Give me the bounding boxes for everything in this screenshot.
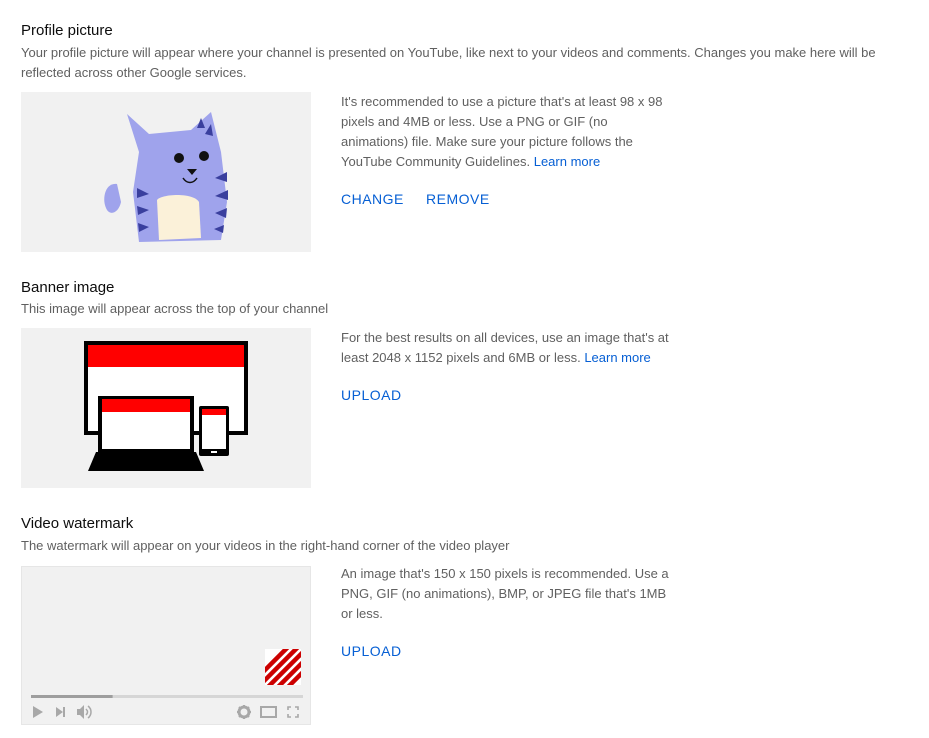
fullscreen-icon	[287, 706, 299, 718]
banner-image-title: Banner image	[21, 279, 115, 296]
profile-learn-more-link[interactable]: Learn more	[534, 154, 600, 169]
play-icon	[33, 706, 43, 718]
volume-icon	[77, 705, 92, 719]
profile-picture-preview	[21, 92, 311, 252]
player-progress-fill	[31, 695, 113, 698]
settings-icon	[237, 705, 251, 719]
banner-learn-more-link[interactable]: Learn more	[584, 350, 650, 365]
theater-icon	[260, 706, 277, 718]
video-watermark-description: The watermark will appear on your videos…	[21, 538, 510, 553]
banner-image-description: This image will appear across the top of…	[21, 301, 329, 316]
watermark-info-text: An image that's 150 x 150 pixels is reco…	[341, 566, 669, 621]
profile-picture-info: It's recommended to use a picture that's…	[341, 92, 676, 172]
video-player-illustration	[31, 649, 303, 719]
next-icon	[56, 707, 65, 717]
watermark-upload-button[interactable]: UPLOAD	[341, 643, 402, 659]
profile-picture-title: Profile picture	[21, 22, 113, 39]
watermark-mark	[265, 649, 301, 685]
change-button[interactable]: CHANGE	[341, 191, 404, 207]
banner-upload-button[interactable]: UPLOAD	[341, 387, 402, 403]
devices-illustration	[84, 341, 248, 471]
remove-button[interactable]: REMOVE	[426, 191, 490, 207]
video-watermark-title: Video watermark	[21, 515, 134, 532]
video-watermark-preview	[21, 566, 311, 725]
banner-image-preview	[21, 328, 311, 488]
banner-image-info: For the best results on all devices, use…	[341, 328, 676, 368]
profile-picture-info-text: It's recommended to use a picture that's…	[341, 94, 663, 169]
video-watermark-info: An image that's 150 x 150 pixels is reco…	[341, 564, 676, 624]
cat-avatar-illustration	[104, 112, 228, 242]
profile-picture-description: Your profile picture will appear where y…	[21, 45, 876, 80]
